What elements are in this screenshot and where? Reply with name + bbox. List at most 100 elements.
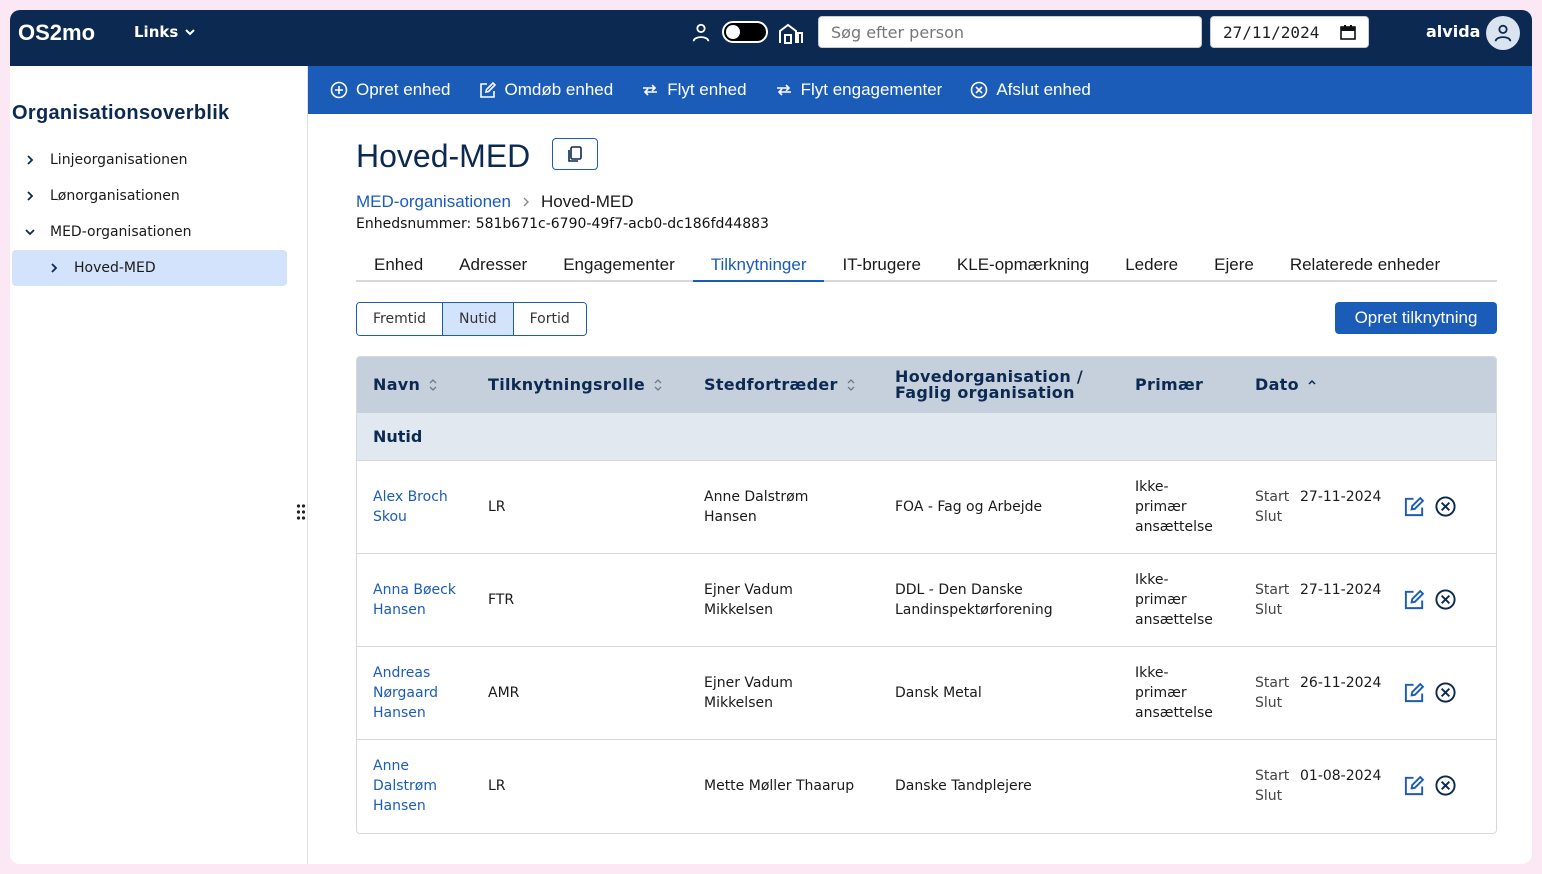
person-name-link[interactable]: Anna Bøeck Hansen — [373, 580, 473, 620]
unit-number: Enhedsnummer: 581b671c-6790-49f7-acb0-dc… — [356, 216, 769, 232]
resize-handle-icon[interactable] — [296, 502, 306, 522]
edit-icon[interactable] — [1403, 774, 1426, 797]
edit-icon[interactable] — [1403, 681, 1426, 704]
substitute-cell: Ejner Vadum Mikkelsen — [704, 580, 793, 620]
primary-cell-line: primær — [1135, 592, 1187, 608]
calendar-icon[interactable] — [1340, 24, 1356, 40]
x-circle-icon[interactable] — [1434, 774, 1457, 797]
chevron-right-icon — [523, 197, 529, 207]
primary-cell-line: Ikke- — [1135, 479, 1169, 495]
sidebar-title: Organisationsoverblik — [12, 102, 230, 124]
view-toggle[interactable] — [722, 21, 768, 43]
end-unit-button[interactable]: Afslut enhed — [970, 80, 1091, 100]
sort-icon — [847, 378, 855, 391]
date-labels: Start Slut — [1255, 487, 1289, 527]
rename-unit-button[interactable]: Omdøb enhed — [479, 80, 614, 100]
col-header-role[interactable]: Tilknytningsrolle — [488, 375, 663, 394]
app-logo[interactable]: OS2mo — [18, 20, 95, 46]
breadcrumb-current: Hoved-MED — [540, 192, 634, 211]
app-window: OS2mo Links 27/11/2024 alvida Organisati… — [10, 10, 1532, 864]
date-picker[interactable]: 27/11/2024 — [1210, 16, 1369, 48]
filter-fremtid[interactable]: Fremtid — [357, 303, 443, 335]
tree-item-linjeorganisationen[interactable]: Linjeorganisationen — [24, 152, 188, 168]
start-date: 27-11-2024 — [1300, 489, 1382, 505]
tab-enhed[interactable]: Enhed — [356, 252, 441, 282]
col-header-label: Dato — [1255, 375, 1299, 394]
start-label: Start — [1255, 768, 1290, 784]
substitute-cell-line: Anne Dalstrøm — [704, 489, 809, 505]
person-name-link[interactable]: Alex Broch Skou — [373, 487, 473, 527]
tab-ledere[interactable]: Ledere — [1107, 252, 1196, 282]
breadcrumb-parent-link[interactable]: MED-organisationen — [356, 192, 511, 212]
substitute-cell: Anne Dalstrøm Hansen — [704, 487, 808, 527]
person-name-link-line: Hansen — [373, 602, 426, 618]
tab-kle-opmaerkning[interactable]: KLE-opmærkning — [939, 252, 1107, 282]
username[interactable]: alvida — [1426, 22, 1480, 41]
tab-it-brugere[interactable]: IT-brugere — [824, 252, 938, 282]
tab-adresser[interactable]: Adresser — [441, 252, 545, 282]
col-header-name[interactable]: Navn — [373, 375, 438, 394]
col-header-date[interactable]: Dato — [1255, 375, 1317, 394]
avatar[interactable] — [1486, 16, 1520, 50]
sort-ascending-icon — [1308, 379, 1316, 385]
tree-item-med-organisationen[interactable]: MED-organisationen — [24, 224, 192, 240]
tab-ejere[interactable]: Ejere — [1196, 252, 1272, 282]
edit-icon — [479, 81, 496, 98]
person-name-link[interactable]: Andreas Nørgaard Hansen — [373, 663, 473, 723]
person-name-link-line: Hansen — [373, 798, 426, 814]
create-unit-button[interactable]: Opret enhed — [330, 80, 451, 100]
tree-item-lonorganisationen[interactable]: Lønorganisationen — [24, 188, 180, 204]
start-label: Start — [1255, 675, 1290, 691]
primary-cell: Ikke-primær ansættelse — [1135, 570, 1213, 630]
start-date: 26-11-2024 — [1300, 675, 1382, 691]
end-label: Slut — [1255, 788, 1283, 804]
x-circle-icon — [971, 81, 988, 99]
time-filter: Fremtid Nutid Fortid — [356, 302, 587, 336]
person-icon[interactable] — [690, 22, 712, 44]
sort-icon — [429, 378, 437, 391]
x-circle-icon[interactable] — [1434, 495, 1457, 518]
chevron-right-icon[interactable] — [24, 154, 36, 166]
rename-unit-label: Omdøb enhed — [504, 80, 614, 99]
tab-tilknytninger[interactable]: Tilknytninger — [692, 252, 825, 282]
x-circle-icon[interactable] — [1434, 588, 1457, 611]
date-values: 01-08-2024 — [1300, 766, 1381, 786]
col-header-substitute[interactable]: Stedfortræder — [704, 375, 856, 394]
col-header-label: Tilknytningsrolle — [488, 375, 646, 394]
x-circle-icon[interactable] — [1434, 681, 1457, 704]
filter-nutid[interactable]: Nutid — [443, 303, 514, 335]
chevron-down-icon[interactable] — [24, 226, 36, 238]
copy-button[interactable] — [552, 138, 598, 170]
person-name-link-line: Skou — [373, 509, 407, 525]
links-label: Links — [134, 23, 179, 41]
arrows-left-right-icon — [643, 84, 658, 96]
tab-relaterede-enheder[interactable]: Relaterede enheder — [1272, 252, 1458, 282]
links-menu[interactable]: Links — [134, 23, 196, 41]
create-association-button[interactable]: Opret tilknytning — [1335, 302, 1497, 334]
tree-item-hoved-med[interactable]: Hoved-MED — [12, 250, 287, 286]
person-name-link[interactable]: Anne Dalstrøm Hansen — [373, 756, 473, 816]
move-engagements-button[interactable]: Flyt engagementer — [775, 80, 942, 100]
move-unit-button[interactable]: Flyt enhed — [641, 80, 747, 100]
primary-cell-line: primær — [1135, 685, 1187, 701]
chevron-right-icon[interactable] — [24, 190, 36, 202]
tab-engagementer[interactable]: Engagementer — [545, 252, 693, 282]
date-values: 27-11-2024 — [1300, 487, 1381, 507]
page-title: Hoved-MED — [356, 138, 531, 174]
start-label: Start — [1255, 582, 1290, 598]
table-row: Alex Broch Skou LR Anne Dalstrøm Hansen FOA -… — [357, 461, 1496, 554]
search-input[interactable] — [818, 16, 1202, 48]
organisation-icon[interactable] — [778, 21, 804, 45]
organisation-cell-line: Dansk Metal — [895, 685, 982, 701]
person-name-link-line: Andreas — [373, 665, 431, 681]
move-unit-label: Flyt enhed — [667, 80, 747, 99]
arrows-left-right-icon — [776, 84, 791, 96]
edit-icon[interactable] — [1403, 495, 1426, 518]
filter-fortid[interactable]: Fortid — [513, 303, 586, 335]
tree-item-label: Hoved-MED — [74, 260, 156, 276]
tree-item-label: Linjeorganisationen — [50, 152, 188, 168]
chevron-right-icon[interactable] — [48, 262, 60, 274]
edit-icon[interactable] — [1403, 588, 1426, 611]
toggle-knob — [726, 25, 740, 39]
person-name-link-line: Nørgaard — [373, 685, 438, 701]
